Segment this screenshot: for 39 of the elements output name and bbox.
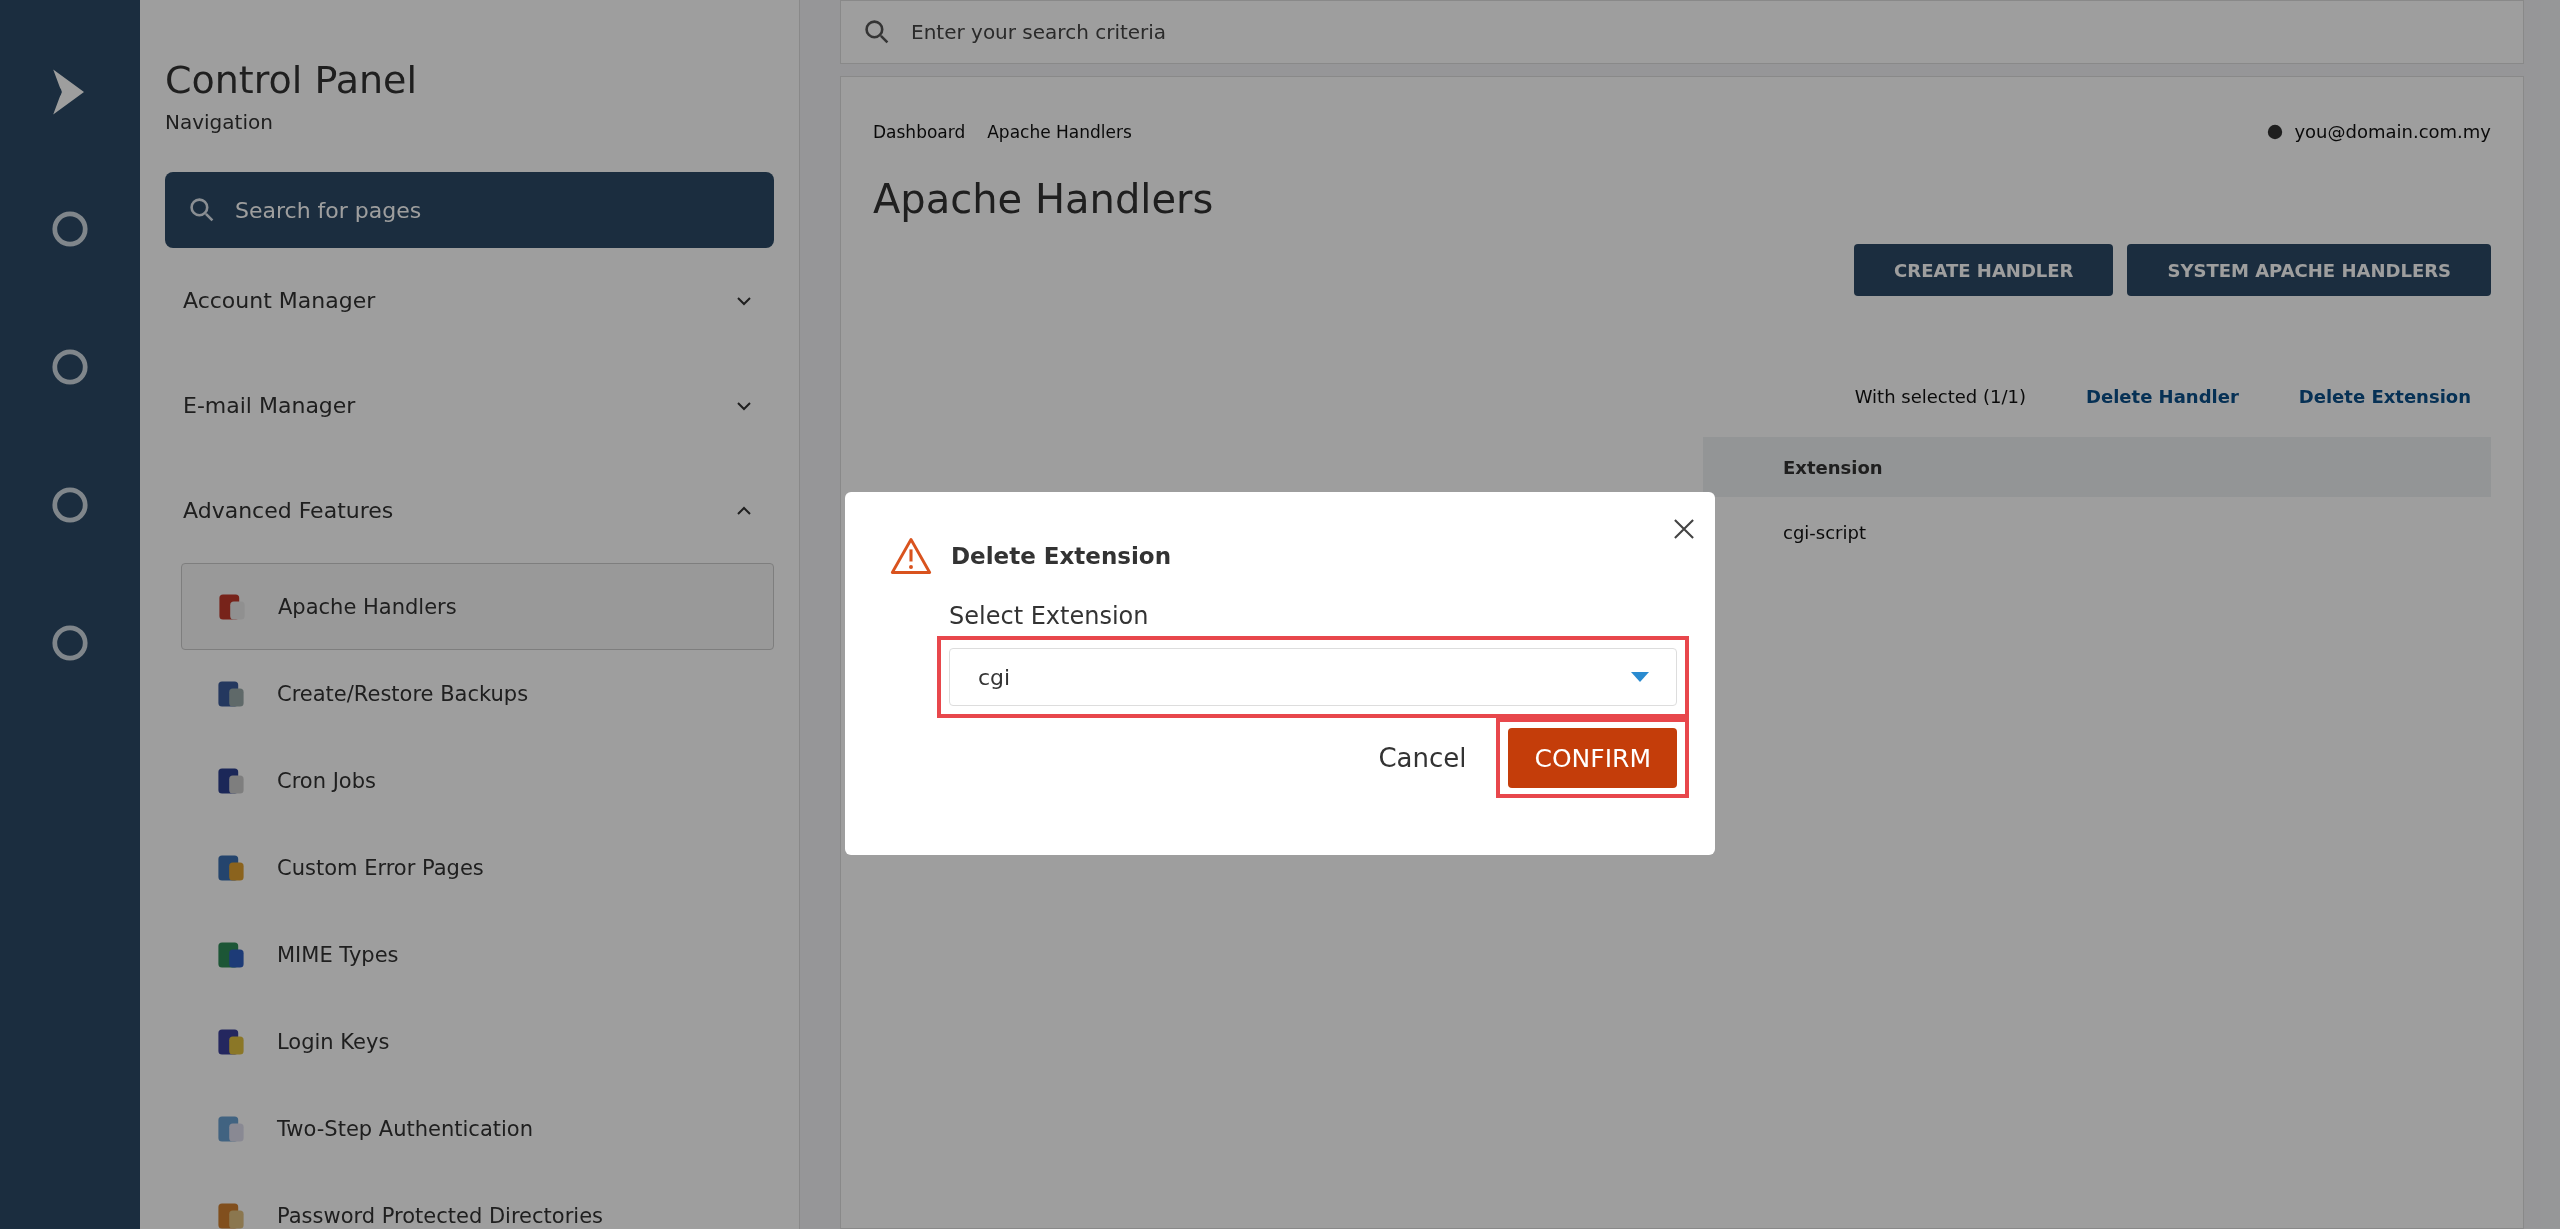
menu-group[interactable]: Account Manager	[165, 248, 774, 353]
breadcrumb[interactable]: Dashboard	[873, 121, 966, 142]
nav-icon[interactable]	[51, 624, 89, 662]
extension-dropdown[interactable]: cgi	[949, 648, 1677, 706]
action-link[interactable]: Delete Handler	[2086, 386, 2239, 407]
menu-item[interactable]: Password Protected Directories	[181, 1172, 774, 1229]
warning-icon	[889, 536, 933, 576]
menu-item[interactable]: MIME Types	[181, 911, 774, 998]
menu-item[interactable]: Create/Restore Backups	[181, 650, 774, 737]
column-header: Extension	[1783, 456, 1883, 478]
page-title: Apache Handlers	[873, 176, 1215, 222]
search-field[interactable]: Enter your search criteria	[840, 0, 2524, 64]
field-label: Select Extension	[949, 602, 1150, 630]
menu-item[interactable]: Login Keys	[181, 998, 774, 1085]
menu-group[interactable]: E-mail Manager	[165, 353, 774, 458]
selection-count: With selected (1/1)	[1854, 386, 2026, 407]
menu-item[interactable]: Two-Step Authentication	[181, 1085, 774, 1172]
menu-group[interactable]: Advanced Features	[165, 458, 774, 563]
menu-item[interactable]: Apache Handlers	[181, 563, 774, 650]
table-cell: cgi-script	[1783, 521, 1866, 543]
nav-icon[interactable]	[51, 348, 89, 386]
sidebar-title: Control Panel	[165, 58, 418, 102]
dialog-title: Delete Extension	[951, 543, 1172, 569]
action-button[interactable]: SYSTEM APACHE HANDLERS	[2127, 244, 2491, 296]
search-icon	[864, 19, 890, 45]
action-link[interactable]: Delete Extension	[2298, 386, 2471, 407]
caret-icon	[1630, 671, 1650, 683]
nav-icon[interactable]	[51, 486, 89, 524]
nav-icon[interactable]	[51, 210, 89, 248]
account-label[interactable]: you@domain.com.my	[2294, 121, 2491, 142]
sidebar-subtitle: Navigation	[165, 110, 274, 134]
menu-item[interactable]: Custom Error Pages	[181, 824, 774, 911]
search-icon	[189, 197, 215, 223]
confirm-button[interactable]: CONFIRM	[1508, 728, 1677, 788]
cancel-button[interactable]: Cancel	[1372, 742, 1473, 774]
breadcrumb[interactable]: Apache Handlers	[987, 121, 1132, 142]
search-field[interactable]: Search for pages	[165, 172, 774, 248]
menu-item[interactable]: Cron Jobs	[181, 737, 774, 824]
action-button[interactable]: CREATE HANDLER	[1854, 244, 2114, 296]
